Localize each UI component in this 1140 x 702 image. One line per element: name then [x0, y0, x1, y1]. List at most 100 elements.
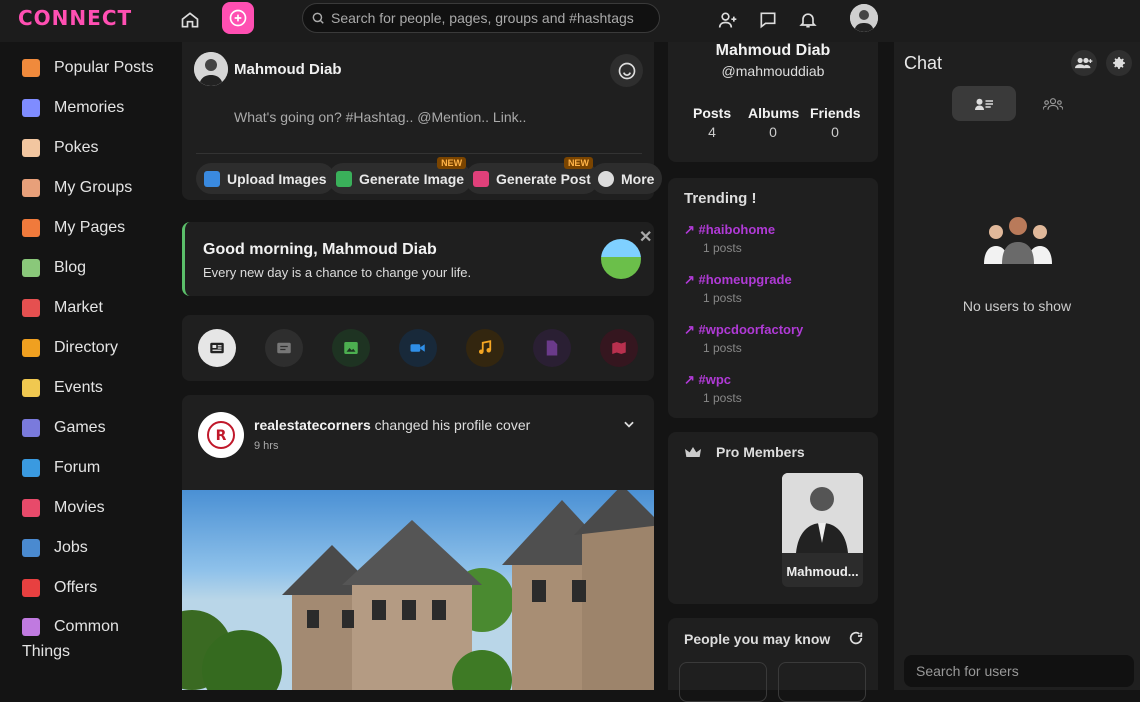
trending-tag[interactable]: ↗ #homeupgrade: [684, 272, 792, 288]
trending-card: Trending ! ↗ #haibohome 1 posts ↗ #homeu…: [668, 178, 878, 418]
divider: [196, 153, 642, 154]
stat-friends[interactable]: Friends 0: [810, 105, 861, 140]
sidebar-item-pokes[interactable]: Pokes: [0, 128, 175, 168]
people-you-may-know-card: People you may know: [668, 618, 878, 702]
composer-user-name: Mahmoud Diab: [234, 61, 342, 78]
smiley-icon: [618, 62, 635, 79]
messages-icon[interactable]: [753, 5, 783, 35]
movies-icon: [22, 499, 40, 517]
sun-landscape-icon: [601, 239, 641, 279]
groups-icon: [1043, 97, 1063, 110]
stat-posts[interactable]: Posts 4: [693, 105, 731, 140]
notifications-icon[interactable]: [793, 5, 823, 35]
pro-members-title: Pro Members: [716, 444, 805, 460]
composer-avatar: [194, 52, 228, 86]
tab-contacts[interactable]: [952, 86, 1016, 121]
trend-icon: ↗: [684, 372, 699, 387]
events-icon: [22, 379, 40, 397]
trend-icon: ↗: [684, 322, 699, 337]
add-friend-icon[interactable]: [713, 5, 743, 35]
post-headline: realestatecorners changed his profile co…: [254, 417, 531, 433]
chevron-down-icon[interactable]: [622, 417, 636, 436]
more-button[interactable]: More: [590, 163, 663, 194]
chat-panel: Chat No users to show: [894, 42, 1140, 690]
map-type-button[interactable]: [600, 329, 638, 367]
create-button[interactable]: [222, 2, 254, 34]
composer-input[interactable]: What's going on? #Hashtag.. @Mention.. L…: [234, 109, 526, 125]
trending-tag[interactable]: ↗ #wpc: [684, 372, 731, 388]
blog-icon: [22, 259, 40, 277]
photo-icon: [344, 342, 358, 354]
sidebar-item-market[interactable]: Market: [0, 288, 175, 328]
home-icon[interactable]: [175, 5, 205, 35]
trending-count: 1 posts: [703, 391, 742, 405]
sidebar-item-blog[interactable]: Blog: [0, 248, 175, 288]
jobs-icon: [22, 539, 40, 557]
user-avatar[interactable]: [850, 4, 878, 32]
map-icon: [612, 342, 626, 354]
generate-image-button[interactable]: Generate Image NEW: [328, 157, 473, 194]
pro-member-card[interactable]: Mahmoud...: [782, 473, 863, 587]
sidebar-item-popular-posts[interactable]: Popular Posts: [0, 48, 175, 88]
sidebar-item-movies[interactable]: Movies: [0, 488, 175, 528]
logo[interactable]: CONNECT: [18, 6, 132, 30]
generate-post-icon: [473, 170, 489, 187]
file-type-button[interactable]: [533, 329, 571, 367]
sidebar-item-common-things[interactable]: Common Things: [0, 608, 175, 662]
profile-handle: @mahmouddiab: [721, 63, 825, 79]
top-bar: CONNECT: [0, 0, 1140, 42]
emoji-button[interactable]: [610, 54, 643, 87]
sidebar-item-jobs[interactable]: Jobs: [0, 528, 175, 568]
post-author-name[interactable]: realestatecorners: [254, 417, 371, 433]
sidebar-item-my-groups[interactable]: My Groups: [0, 168, 175, 208]
gear-icon[interactable]: [1106, 50, 1132, 76]
stat-albums[interactable]: Albums 0: [748, 105, 799, 140]
post-cover-image[interactable]: [182, 490, 654, 690]
sidebar-item-my-pages[interactable]: My Pages: [0, 208, 175, 248]
trending-count: 1 posts: [703, 291, 742, 305]
article-icon: [210, 342, 224, 354]
trending-tag[interactable]: ↗ #wpcdoorfactory: [684, 322, 803, 338]
chat-search-input[interactable]: [904, 655, 1134, 687]
sidebar-item-games[interactable]: Games: [0, 408, 175, 448]
upload-images-button[interactable]: Upload Images: [196, 163, 335, 194]
trending-title: Trending !: [684, 190, 757, 207]
article-type-button[interactable]: [198, 329, 236, 367]
music-icon: [479, 340, 492, 354]
photo-type-button[interactable]: [332, 329, 370, 367]
tab-groups[interactable]: [1021, 86, 1085, 121]
no-users-text: No users to show: [962, 298, 1072, 314]
games-icon: [22, 419, 40, 437]
chat-title: Chat: [904, 53, 943, 73]
video-type-button[interactable]: [399, 329, 437, 367]
suggested-user-card[interactable]: [679, 662, 767, 702]
sidebar-item-events[interactable]: Events: [0, 368, 175, 408]
sidebar-item-forum[interactable]: Forum: [0, 448, 175, 488]
pages-icon: [22, 219, 40, 237]
trending-tag[interactable]: ↗ #haibohome: [684, 222, 775, 238]
sidebar-item-memories[interactable]: Memories: [0, 88, 175, 128]
post-author-avatar[interactable]: R: [198, 412, 244, 458]
search-input[interactable]: [331, 10, 651, 26]
profile-name[interactable]: Mahmoud Diab: [668, 42, 878, 60]
refresh-icon[interactable]: [848, 630, 864, 651]
close-icon[interactable]: ✕: [639, 227, 652, 247]
sidebar-item-offers[interactable]: Offers: [0, 568, 175, 608]
generate-post-button[interactable]: Generate Post NEW: [465, 157, 599, 194]
suggested-user-card[interactable]: [778, 662, 866, 702]
post-timestamp[interactable]: 9 hrs: [254, 440, 278, 452]
audio-type-button[interactable]: [466, 329, 504, 367]
sidebar-item-directory[interactable]: Directory: [0, 328, 175, 368]
search-bar[interactable]: [302, 3, 660, 33]
generate-image-icon: [336, 170, 352, 187]
memories-icon: [22, 99, 40, 117]
greeting-title: Good morning, Mahmoud Diab: [203, 241, 437, 258]
offers-icon: [22, 579, 40, 597]
greeting-subtitle: Every new day is a chance to change your…: [203, 265, 472, 280]
group-add-icon[interactable]: [1071, 50, 1097, 76]
svg-text:R: R: [216, 428, 227, 444]
crown-icon: [685, 446, 701, 465]
market-icon: [22, 299, 40, 317]
image-icon: [204, 170, 220, 187]
text-type-button[interactable]: [265, 329, 303, 367]
